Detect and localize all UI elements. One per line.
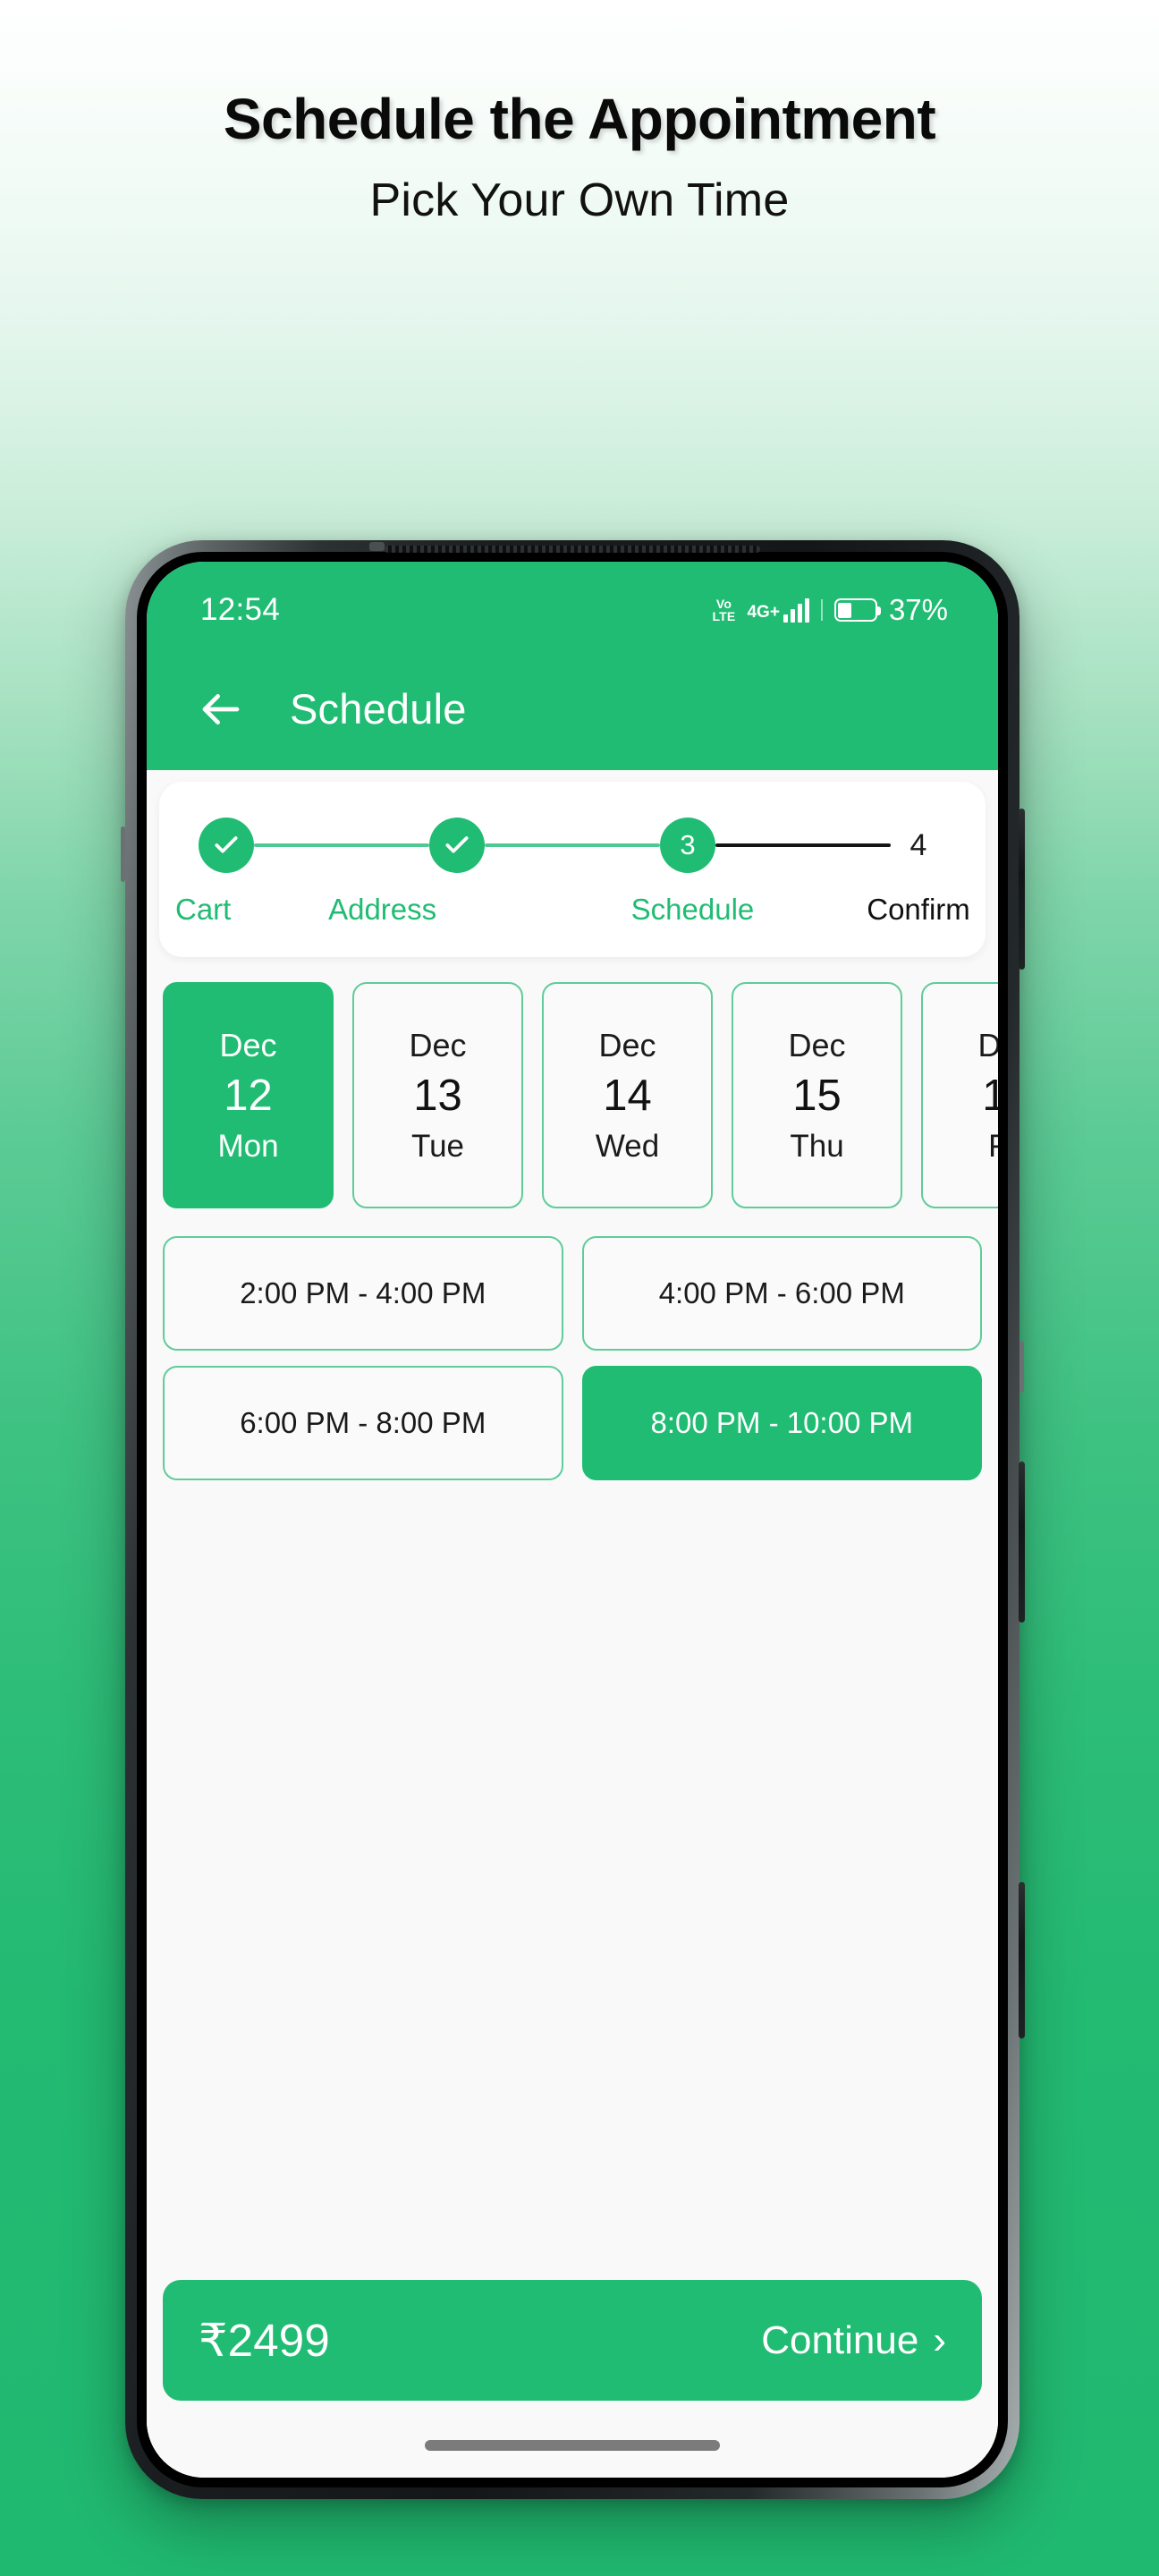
total-price: ₹2499 <box>199 2314 330 2366</box>
check-icon <box>215 836 238 853</box>
back-button[interactable] <box>182 671 259 748</box>
date-month: Dec <box>409 1026 467 1063</box>
earpiece-speaker-icon <box>385 546 760 553</box>
volte-icon-top: Vo <box>715 597 732 611</box>
app-bar-title: Schedule <box>290 685 467 733</box>
date-weekday: Thu <box>790 1128 844 1164</box>
date-month: Dec <box>788 1026 846 1063</box>
step-node-cart[interactable] <box>199 818 254 873</box>
date-weekday: Wed <box>595 1128 660 1164</box>
page-subtitle: Pick Your Own Time <box>369 174 790 227</box>
stepper-label-address: Address <box>328 893 437 926</box>
stepper-nodes-row: 3 4 <box>199 818 946 873</box>
check-icon <box>445 836 469 853</box>
battery-percent-label: 37% <box>888 593 948 626</box>
volume-up-button[interactable] <box>1019 809 1025 970</box>
date-month: Dec <box>598 1026 656 1063</box>
signal-bars-icon <box>783 597 809 623</box>
stepper-label-schedule: Schedule <box>630 893 755 926</box>
time-slot[interactable]: 8:00 PM - 10:00 PM <box>581 1366 982 1480</box>
continue-button[interactable]: Continue › <box>761 2318 946 2363</box>
checkout-stepper: 3 4 Cart Address Schedule Confirm <box>159 782 986 957</box>
step-node-address[interactable] <box>429 818 485 873</box>
date-month: Dec <box>977 1026 998 1063</box>
bottom-bar-container: ₹2499 Continue › <box>147 2280 998 2478</box>
volume-down-button[interactable] <box>1019 1462 1025 1623</box>
screen-content: 3 4 Cart Address Schedule Confirm Dec 12… <box>147 770 998 2478</box>
continue-bar[interactable]: ₹2499 Continue › <box>163 2280 982 2401</box>
app-bar: Schedule <box>147 648 998 770</box>
date-card[interactable]: Dec 16 Fri <box>921 982 998 1208</box>
time-slot[interactable]: 2:00 PM - 4:00 PM <box>163 1236 563 1351</box>
network-type-label: 4G+ <box>747 602 780 622</box>
volte-icon: Vo LTE <box>712 597 735 623</box>
status-bar: 12:54 Vo LTE 4G+ 37% <box>147 562 998 648</box>
phone-screen: 12:54 Vo LTE 4G+ 37% Schedule 3 4 Cart A… <box>147 562 998 2478</box>
date-selector-strip[interactable]: Dec 12 Mon Dec 13 Tue Dec 14 Wed Dec 15 … <box>163 982 998 1208</box>
volte-icon-bottom: LTE <box>712 609 736 623</box>
status-clock: 12:54 <box>200 592 281 627</box>
date-day-number: 12 <box>224 1071 273 1120</box>
phone-device-frame: 12:54 Vo LTE 4G+ 37% Schedule 3 4 Cart A… <box>121 540 1025 2499</box>
date-weekday: Fri <box>988 1128 998 1164</box>
phone-sensor-icon <box>369 542 385 551</box>
gesture-navigation-bar[interactable] <box>425 2440 720 2451</box>
date-card[interactable]: Dec 12 Mon <box>163 982 334 1208</box>
date-day-number: 15 <box>792 1071 842 1120</box>
page-title: Schedule the Appointment <box>223 87 936 151</box>
power-button[interactable] <box>1019 1882 1025 2038</box>
time-slot[interactable]: 6:00 PM - 8:00 PM <box>163 1366 563 1480</box>
time-slot-grid: 2:00 PM - 4:00 PM 4:00 PM - 6:00 PM 6:00… <box>163 1236 982 1480</box>
phone-bezel: 12:54 Vo LTE 4G+ 37% Schedule 3 4 Cart A… <box>137 542 1008 2487</box>
time-slot[interactable]: 4:00 PM - 6:00 PM <box>581 1236 982 1351</box>
promo-heading-block: Schedule the Appointment Pick Your Own T… <box>0 89 1159 225</box>
stepper-connector-1 <box>254 843 429 847</box>
battery-icon <box>833 598 881 622</box>
date-card[interactable]: Dec 15 Thu <box>732 982 902 1208</box>
chevron-right-icon: › <box>933 2318 946 2362</box>
step-node-confirm[interactable]: 4 <box>891 818 946 873</box>
stepper-labels-row: Cart Address Schedule Confirm <box>175 893 970 927</box>
step-node-schedule[interactable]: 3 <box>660 818 715 873</box>
phone-left-button[interactable] <box>121 826 125 882</box>
date-month: Dec <box>219 1026 277 1063</box>
arrow-left-icon <box>202 693 240 724</box>
continue-label: Continue <box>761 2318 919 2362</box>
date-day-number: 14 <box>603 1071 652 1120</box>
status-divider <box>820 599 823 621</box>
date-card[interactable]: Dec 14 Wed <box>542 982 713 1208</box>
status-icons-group: Vo LTE 4G+ 37% <box>712 593 948 627</box>
date-weekday: Tue <box>410 1128 464 1164</box>
phone-side-slim-button[interactable] <box>1019 1341 1024 1393</box>
date-day-number: 13 <box>413 1071 462 1120</box>
date-weekday: Mon <box>217 1128 279 1164</box>
stepper-label-cart: Cart <box>175 893 232 926</box>
date-card[interactable]: Dec 13 Tue <box>352 982 523 1208</box>
stepper-label-confirm: Confirm <box>867 893 970 926</box>
network-signal-icon: 4G+ <box>747 597 809 623</box>
stepper-connector-2 <box>485 843 660 847</box>
date-day-number: 16 <box>982 1071 998 1120</box>
stepper-connector-3 <box>715 843 891 847</box>
